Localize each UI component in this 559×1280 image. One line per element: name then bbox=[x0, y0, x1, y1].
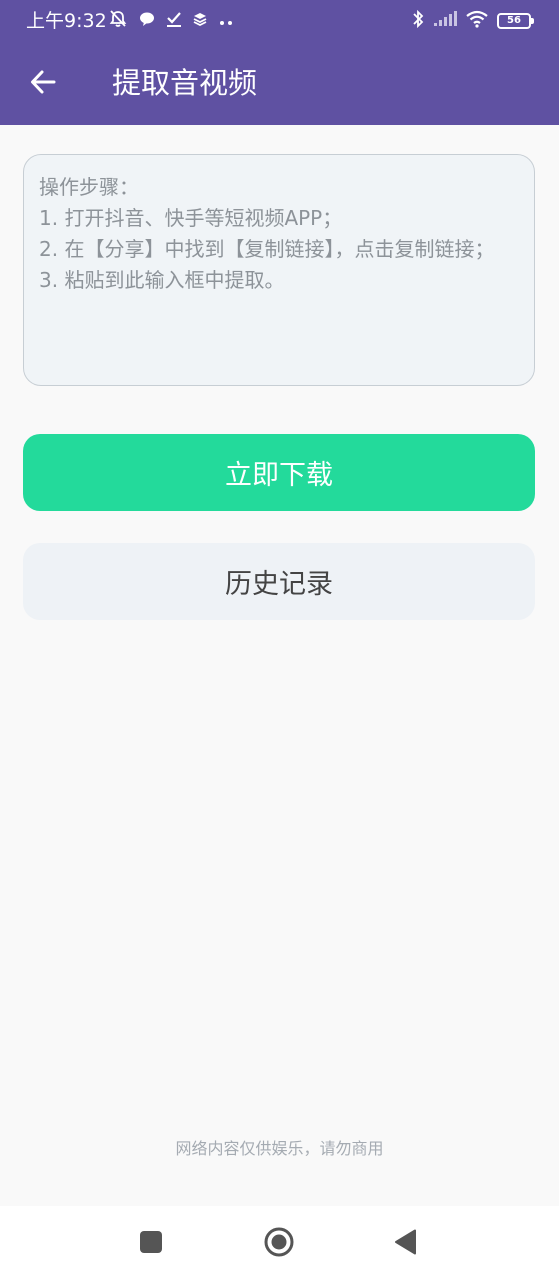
history-button[interactable]: 历史记录 bbox=[23, 543, 535, 620]
arrow-left-icon bbox=[29, 68, 57, 100]
disclaimer-text: 网络内容仅供娱乐，请勿商用 bbox=[175, 1139, 384, 1158]
app-bar: 提取音视频 bbox=[0, 42, 559, 125]
nav-back-button[interactable] bbox=[386, 1224, 426, 1264]
recent-apps-button[interactable] bbox=[131, 1224, 171, 1264]
layers-icon bbox=[192, 11, 208, 31]
back-button[interactable] bbox=[20, 61, 66, 107]
status-time: 上午9:32 bbox=[26, 10, 107, 32]
checkmark-icon bbox=[166, 10, 182, 32]
system-nav-bar bbox=[0, 1206, 559, 1280]
download-button[interactable]: 立即下载 bbox=[23, 434, 535, 511]
home-button[interactable] bbox=[259, 1224, 299, 1264]
link-input[interactable]: 操作步骤： 1. 打开抖音、快手等短视频APP； 2. 在【分享】中找到【复制链… bbox=[23, 154, 535, 386]
muted-bell-icon bbox=[108, 9, 128, 33]
recent-apps-icon bbox=[139, 1230, 163, 1258]
status-notification-icons bbox=[108, 10, 234, 32]
more-dots-icon bbox=[218, 12, 234, 31]
battery-icon: 56 bbox=[497, 13, 534, 29]
back-triangle-icon bbox=[394, 1229, 418, 1259]
wifi-icon bbox=[465, 10, 489, 32]
home-icon bbox=[263, 1226, 295, 1262]
bluetooth-icon bbox=[411, 9, 425, 33]
chat-bubble-icon bbox=[138, 10, 156, 32]
battery-level: 56 bbox=[507, 15, 521, 26]
status-bar: 上午9:32 56 bbox=[0, 0, 559, 42]
status-system-icons: 56 bbox=[411, 9, 534, 33]
page-title: 提取音视频 bbox=[112, 66, 258, 100]
signal-icon bbox=[433, 11, 457, 31]
